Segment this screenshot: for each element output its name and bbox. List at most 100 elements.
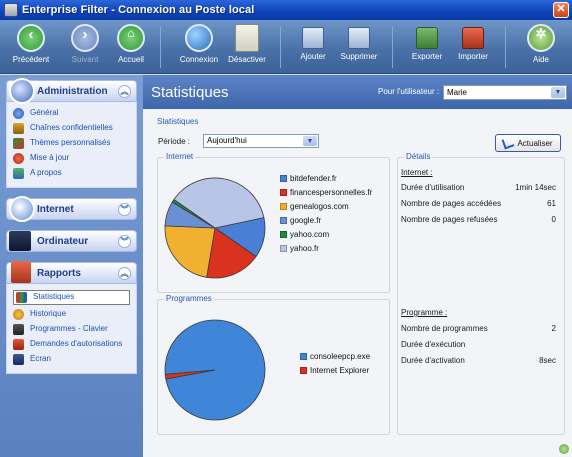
export-label: Exporter	[411, 52, 443, 61]
remove-label: Supprimer	[340, 52, 378, 61]
detail-label: Durée d'exécution	[401, 340, 466, 349]
back-button[interactable]: ‹ Précédent	[4, 22, 58, 72]
sidebar-item-label: Statistiques	[33, 292, 75, 301]
sidebar-item-label: Demandes d'autorisations	[30, 339, 123, 348]
home-button[interactable]: ⌂ Accueil	[104, 22, 158, 72]
detail-row: Durée d'activation 8sec	[401, 356, 556, 365]
requests-icon	[13, 339, 24, 350]
history-icon	[13, 309, 24, 320]
expand-chevron-icon[interactable]: ︾	[118, 203, 131, 216]
programs-chart-legend: consoleepcp.exe Internet Explorer	[300, 352, 370, 380]
lock-icon	[13, 123, 24, 134]
chart-legend-entry: bitdefender.fr	[280, 174, 372, 183]
sidebar-item-custom-themes[interactable]: Thèmes personnalisés	[13, 138, 130, 149]
import-label: Importer	[458, 52, 488, 61]
legend-label: yahoo.com	[290, 230, 330, 239]
page-title: Statistiques	[151, 83, 229, 101]
period-label: Période :	[158, 137, 191, 146]
legend-label: google.fr	[290, 216, 322, 225]
chart-legend-entry: yahoo.com	[280, 230, 372, 239]
refresh-button[interactable]: Actualiser	[495, 134, 561, 152]
chevron-down-icon: ▼	[551, 87, 565, 98]
detail-label: Durée d'activation	[401, 356, 465, 365]
detail-value: 1min 14sec	[515, 183, 556, 192]
sidebar-item-label: Historique	[30, 309, 67, 318]
internet-icon	[9, 196, 35, 222]
expand-chevron-icon[interactable]: ︾	[118, 235, 131, 248]
help-button[interactable]: ✲ Aide	[514, 22, 568, 72]
connect-button[interactable]: Connexion	[172, 22, 226, 72]
about-icon	[13, 168, 24, 179]
title-bar: Enterprise Filter - Connexion au Poste l…	[0, 0, 572, 20]
disable-label: Désactiver	[228, 55, 266, 64]
period-select[interactable]: Aujourd'hui ▼	[203, 134, 319, 148]
details-panel: Détails Internet : Durée d'utilisation 1…	[397, 152, 565, 435]
legend-label: bitdefender.fr	[290, 174, 337, 183]
details-program-heading: Programme :	[401, 308, 448, 317]
forward-arrow-icon: ›	[71, 24, 99, 52]
internet-pie-chart	[164, 177, 266, 279]
back-arrow-icon: ‹	[17, 24, 45, 52]
chart-legend-entry: Internet Explorer	[300, 366, 370, 375]
legend-label: Internet Explorer	[310, 366, 370, 375]
user-select-value: Marie	[447, 88, 468, 97]
back-label: Précédent	[12, 55, 50, 64]
chart-legend-entry: consoleepcp.exe	[300, 352, 370, 361]
internet-chart-legend: bitdefender.fr financespersonnelles.fr gen…	[280, 174, 372, 258]
chart-legend-entry: yahoo.fr	[280, 244, 372, 253]
globe-icon	[185, 24, 213, 52]
internet-legend: Internet	[164, 152, 196, 161]
legend-label: financespersonnelles.fr	[290, 188, 373, 197]
programs-chart-panel: Programmes consoleepcp.exe Internet Explo…	[157, 294, 390, 435]
sidebar-group-administration[interactable]: Administration ︽	[6, 78, 137, 104]
detail-row: Nombre de pages accédées 61	[401, 199, 556, 208]
status-icon	[559, 444, 569, 454]
sidebar-item-label: Mise à jour	[30, 153, 70, 162]
statistics-legend: Statistiques	[157, 117, 199, 126]
sidebar-group-ordinateur[interactable]: Ordinateur ︾	[6, 230, 137, 252]
chevron-down-icon: ▼	[303, 136, 317, 146]
details-internet-heading: Internet :	[401, 168, 433, 177]
disable-button[interactable]: Désactiver	[220, 22, 274, 72]
sidebar-item-about[interactable]: A propos	[13, 168, 130, 179]
period-select-value: Aujourd'hui	[207, 136, 247, 145]
sidebar-item-authorization-requests[interactable]: Demandes d'autorisations	[13, 339, 130, 350]
monitor-icon	[235, 24, 259, 52]
sidebar-item-history[interactable]: Historique	[13, 309, 130, 320]
user-select[interactable]: Marie ▼	[443, 85, 567, 100]
sidebar-item-general[interactable]: Général	[13, 108, 130, 119]
detail-row: Nombre de pages refusées 0	[401, 215, 556, 224]
themes-icon	[13, 138, 24, 149]
sidebar-group-internet[interactable]: Internet ︾	[6, 196, 137, 222]
collapse-chevron-icon[interactable]: ︽	[118, 267, 131, 280]
detail-value: 8sec	[539, 356, 556, 365]
chart-legend-entry: genealogos.com	[280, 202, 372, 211]
legend-swatch	[280, 175, 287, 182]
sidebar-item-label: Chaînes confidentielles	[30, 123, 113, 132]
sidebar-item-label: Général	[30, 108, 59, 117]
remove-button[interactable]: Supprimer	[332, 22, 386, 72]
detail-value: 61	[547, 199, 556, 208]
close-button[interactable]: ✕	[553, 2, 569, 18]
sidebar-item-label: Programmes - Clavier	[30, 324, 108, 333]
sidebar-item-statistics[interactable]: Statistiques	[13, 290, 130, 305]
user-label: Pour l'utilisateur :	[378, 87, 440, 96]
sidebar-item-screen[interactable]: Ecran	[13, 354, 130, 365]
sidebar-group-label: Administration	[37, 85, 108, 97]
general-icon	[13, 108, 24, 119]
toolbar-separator	[280, 26, 281, 68]
sidebar-item-update[interactable]: Mise à jour	[13, 153, 130, 164]
window-title: Enterprise Filter - Connexion au Poste l…	[22, 4, 255, 16]
forward-label: Suivant	[71, 55, 99, 64]
sidebar-group-label: Internet	[37, 203, 74, 215]
sidebar-item-confidential-strings[interactable]: Chaînes confidentielles	[13, 123, 130, 134]
app-icon	[4, 3, 18, 17]
sidebar: Administration ︽ Général Chaînes confide…	[0, 75, 143, 457]
keyboard-icon	[13, 324, 24, 335]
toolbar-separator	[160, 26, 161, 68]
export-icon	[416, 27, 438, 49]
sidebar-item-programs-keyboard[interactable]: Programmes - Clavier	[13, 324, 130, 335]
sidebar-group-rapports[interactable]: Rapports ︽	[6, 261, 137, 284]
import-button[interactable]: Importer	[446, 22, 500, 72]
collapse-chevron-icon[interactable]: ︽	[118, 85, 131, 98]
